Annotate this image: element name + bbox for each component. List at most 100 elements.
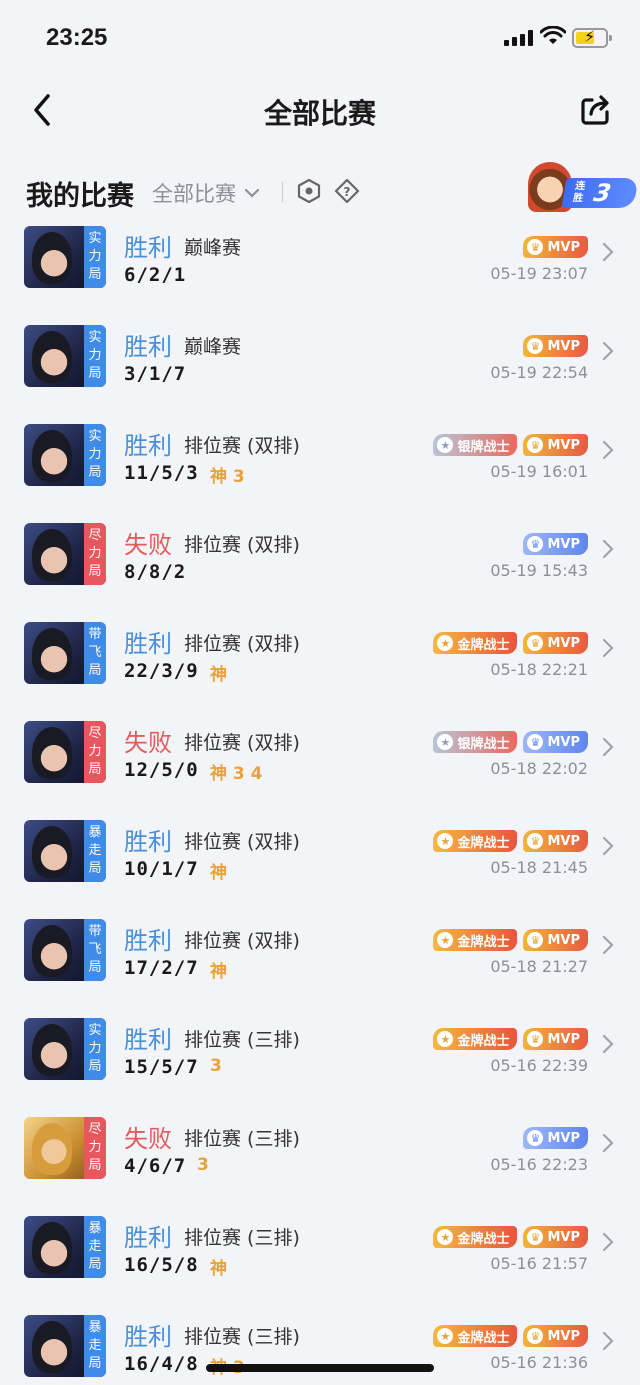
chevron-right-icon <box>602 737 614 757</box>
match-mode: 排位赛 (三排) <box>184 1326 300 1348</box>
performance-tag: 带飞局 <box>84 622 106 684</box>
chevron-right-icon <box>602 1232 614 1252</box>
chevron-right-icon <box>602 539 614 559</box>
kda-honors: 神 <box>210 863 227 883</box>
wifi-icon <box>540 26 566 44</box>
trophy-icon: ♛ <box>527 437 544 453</box>
star-icon: ★ <box>437 734 454 750</box>
match-row[interactable]: 尽力局 失败 排位赛 (双排) 8/8/2 ♛ MVP 05-19 15:43 <box>0 517 640 616</box>
hero-avatar: 暴走局 <box>24 1315 106 1377</box>
match-mode: 排位赛 (三排) <box>184 1128 300 1150</box>
medal-badge: ★ 银牌战士 <box>433 731 518 753</box>
chevron-right-icon <box>602 1133 614 1153</box>
hexagon-icon[interactable] <box>296 178 322 204</box>
kda-score: 15/5/7 <box>124 1056 199 1078</box>
kda-score: 22/3/9 <box>124 660 199 682</box>
match-result: 胜利 <box>124 432 172 460</box>
help-icon[interactable]: ? <box>334 178 360 204</box>
hero-avatar: 实力局 <box>24 1018 106 1080</box>
match-time: 05-18 22:02 <box>490 759 588 778</box>
hero-portrait <box>32 1321 72 1373</box>
star-icon: ★ <box>437 1328 454 1344</box>
badge-label: 金牌战士 <box>457 637 510 653</box>
match-row[interactable]: 实力局 胜利 排位赛 (双排) 11/5/3 神 3 ★ 银牌战士 ♛ MVP 05-19 16:… <box>0 418 640 517</box>
badge-group: ★ 金牌战士 ♛ MVP <box>433 1028 588 1050</box>
mvp-badge: ♛ MVP <box>523 335 588 357</box>
hero-portrait <box>32 628 72 680</box>
medal-badge: ★ 银牌战士 <box>433 434 518 456</box>
kda-honors: 神 <box>210 665 227 685</box>
trophy-icon: ♛ <box>527 1031 544 1047</box>
match-filter-dropdown[interactable]: 全部比赛 <box>152 178 260 208</box>
match-time: 05-19 23:07 <box>490 264 588 283</box>
battery-icon: ⚡ <box>572 27 612 48</box>
mvp-badge: ♛ MVP <box>523 830 588 852</box>
match-row[interactable]: 实力局 胜利 巅峰赛 3/1/7 ♛ MVP 05-19 22:54 <box>0 319 640 418</box>
cellular-signal-icon <box>504 30 533 46</box>
badge-label: MVP <box>547 734 580 750</box>
match-row[interactable]: 暴走局 胜利 排位赛 (三排) 16/5/8 神 ★ 金牌战士 ♛ MVP 05-16 21:57 <box>0 1210 640 1309</box>
performance-tag: 实力局 <box>84 424 106 486</box>
star-icon: ★ <box>437 1229 454 1245</box>
kda-score: 12/5/0 <box>124 759 199 781</box>
match-mode: 排位赛 (双排) <box>184 633 300 655</box>
match-mode: 排位赛 (双排) <box>184 435 300 457</box>
chevron-right-icon <box>602 440 614 460</box>
badge-group: ★ 银牌战士 ♛ MVP <box>433 434 588 456</box>
match-row[interactable]: 尽力局 失败 排位赛 (三排) 4/6/7 3 ♛ MVP 05-16 22:23 <box>0 1111 640 1210</box>
medal-badge: ★ 金牌战士 <box>433 830 518 852</box>
chevron-down-icon <box>244 188 260 198</box>
match-row[interactable]: 暴走局胜利排位赛 (三排)16/4/8神 3★金牌战士♛MVP05-16 21:… <box>0 1309 640 1385</box>
medal-badge: ★ 金牌战士 <box>433 1226 518 1248</box>
match-row[interactable]: 实力局 胜利 排位赛 (三排) 15/5/7 3 ★ 金牌战士 ♛ MVP 05-16 22:39 <box>0 1012 640 1111</box>
match-row[interactable]: 暴走局 胜利 排位赛 (双排) 10/1/7 神 ★ 金牌战士 ♛ MVP 05-18 21:45 <box>0 814 640 913</box>
chevron-right-icon <box>602 836 614 856</box>
trophy-icon: ♛ <box>527 239 544 255</box>
match-mode: 排位赛 (双排) <box>184 534 300 556</box>
streak-count: 3 <box>591 179 614 207</box>
mvp-badge: ♛ MVP <box>523 632 588 654</box>
chevron-right-icon <box>602 242 614 262</box>
kda-score: 16/5/8 <box>124 1254 199 1276</box>
mvp-badge: ♛ MVP <box>523 1127 588 1149</box>
medal-badge: ★ 金牌战士 <box>433 1325 518 1347</box>
hero-portrait <box>32 925 72 977</box>
trophy-icon: ♛ <box>527 635 544 651</box>
svg-text:?: ? <box>344 185 351 199</box>
star-icon: ★ <box>437 833 454 849</box>
match-row[interactable]: 带飞局 胜利 排位赛 (双排) 22/3/9 神 ★ 金牌战士 ♛ MVP 05-18 22:21 <box>0 616 640 715</box>
medal-badge: ★ 金牌战士 <box>433 632 518 654</box>
performance-tag: 尽力局 <box>84 721 106 783</box>
match-row[interactable]: 带飞局 胜利 排位赛 (双排) 17/2/7 神 ★ 金牌战士 ♛ MVP 05-18 21:27 <box>0 913 640 1012</box>
badge-label: MVP <box>547 1031 580 1047</box>
trophy-icon: ♛ <box>527 1229 544 1245</box>
win-streak-badge: 连胜 3 <box>528 162 639 214</box>
match-time: 05-18 22:21 <box>490 660 588 679</box>
badge-group: ♛ MVP <box>523 236 588 258</box>
match-mode: 排位赛 (双排) <box>184 831 300 853</box>
nav-bar: 全部比赛 <box>0 80 640 140</box>
match-result: 胜利 <box>124 333 172 361</box>
star-icon: ★ <box>437 437 454 453</box>
chevron-right-icon <box>602 1331 614 1351</box>
match-mode: 巅峰赛 <box>184 237 242 259</box>
badge-group: ★ 金牌战士 ♛ MVP <box>433 1325 588 1347</box>
kda-score: 10/1/7 <box>124 858 199 880</box>
badge-label: 银牌战士 <box>457 439 510 455</box>
section-title: 我的比赛 <box>26 181 134 212</box>
match-time: 05-16 22:39 <box>490 1056 588 1075</box>
match-row[interactable]: 实力局 胜利 巅峰赛 6/2/1 ♛ MVP 05-19 23:07 <box>0 220 640 319</box>
badge-label: 金牌战士 <box>457 934 510 950</box>
chevron-right-icon <box>602 935 614 955</box>
hero-avatar: 实力局 <box>24 325 106 387</box>
share-button[interactable] <box>578 92 614 128</box>
badge-label: MVP <box>547 1130 580 1146</box>
badge-group: ★ 金牌战士 ♛ MVP <box>433 632 588 654</box>
kda-score: 6/2/1 <box>124 264 187 286</box>
performance-tag: 尽力局 <box>84 1117 106 1179</box>
mvp-badge: ♛ MVP <box>523 434 588 456</box>
hero-portrait <box>32 826 72 878</box>
match-row[interactable]: 尽力局 失败 排位赛 (双排) 12/5/0 神 3 4 ★ 银牌战士 ♛ MVP 05-18 2… <box>0 715 640 814</box>
kda-score: 3/1/7 <box>124 363 187 385</box>
kda-score: 4/6/7 <box>124 1155 187 1177</box>
